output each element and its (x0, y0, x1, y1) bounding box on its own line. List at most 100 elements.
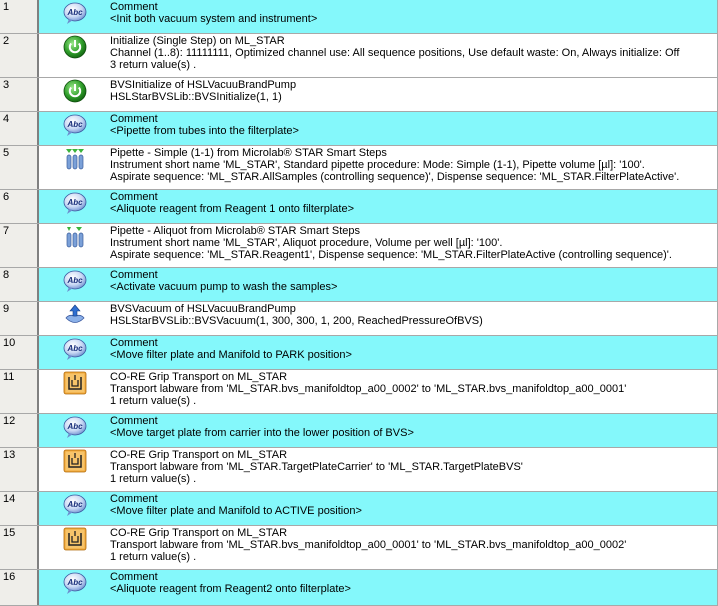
step-detail-line: <Aliquote reagent from Reagent2 onto fil… (110, 583, 351, 595)
step-content: Abc Comment <Move filter plate and Manifol… (39, 492, 718, 525)
method-step-grid: 1 Abc Comment <Init both vacuum system and … (0, 0, 718, 606)
step-number: 7 (0, 224, 39, 267)
step-content: BVSVacuum of HSLVacuuBrandPump HSLStarBVS… (39, 302, 718, 335)
step-detail-line: HSLStarBVSLib::BVSVacuum(1, 300, 300, 1,… (110, 315, 483, 327)
pipette-aliquot-icon (39, 224, 110, 267)
step-detail-line: Transport labware from 'ML_STAR.bvs_mani… (110, 539, 627, 551)
step-detail-line: 1 return value(s) . (110, 395, 197, 407)
abc-comment-icon: Abc (39, 414, 110, 447)
method-step-row[interactable]: 2 Initialize (Single Step) on ML_STAR Chan… (0, 34, 718, 78)
comment-step-row[interactable]: 12 Abc Comment <Move target plate from carr… (0, 414, 718, 448)
abc-comment-icon: Abc (39, 112, 110, 145)
step-content: Abc Comment <Aliquote reagent from Reagent… (39, 190, 718, 223)
step-detail-line: <Move filter plate and Manifold to ACTIV… (110, 505, 362, 517)
step-number: 16 (0, 570, 39, 605)
step-title: Comment (110, 415, 158, 427)
step-number: 1 (0, 0, 39, 33)
svg-text:Abc: Abc (66, 276, 83, 285)
comment-step-row[interactable]: 1 Abc Comment <Init both vacuum system and … (0, 0, 718, 34)
svg-text:Abc: Abc (66, 578, 83, 587)
step-content: Abc Comment <Move filter plate and Manifol… (39, 336, 718, 369)
step-number: 8 (0, 268, 39, 301)
step-title: Comment (110, 337, 158, 349)
method-step-row[interactable]: 9 BVSVacuum of HSLVacuuBrandPump HSLStarBV… (0, 302, 718, 336)
step-description: Pipette - Aliquot from Microlab® STAR Sm… (110, 224, 717, 267)
step-title: BVSVacuum of HSLVacuuBrandPump (110, 303, 296, 315)
step-content: Abc Comment <Aliquote reagent from Reagent… (39, 570, 718, 605)
svg-text:Abc: Abc (66, 422, 83, 431)
comment-step-row[interactable]: 14 Abc Comment <Move filter plate and Manif… (0, 492, 718, 526)
svg-text:Abc: Abc (66, 344, 83, 353)
step-detail-line: Aspirate sequence: 'ML_STAR.AllSamples (… (110, 171, 680, 183)
step-description: CO-RE Grip Transport on ML_STAR Transport… (110, 448, 717, 491)
step-number: 14 (0, 492, 39, 525)
comment-step-row[interactable]: 10 Abc Comment <Move filter plate and Manif… (0, 336, 718, 370)
step-title: Comment (110, 269, 158, 281)
power-icon (39, 34, 110, 77)
step-description: Comment <Move filter plate and Manifold t… (110, 492, 717, 525)
step-content: Pipette - Aliquot from Microlab® STAR Sm… (39, 224, 718, 267)
step-title: CO-RE Grip Transport on ML_STAR (110, 449, 288, 461)
step-description: Initialize (Single Step) on ML_STAR Chann… (110, 34, 717, 77)
step-detail-line: <Aliquote reagent from Reagent 1 onto fi… (110, 203, 354, 215)
step-number: 2 (0, 34, 39, 77)
method-step-row[interactable]: 3 BVSInitialize of HSLVacuuBrandPump HSLSt… (0, 78, 718, 112)
step-title: Comment (110, 1, 158, 13)
step-description: Comment <Aliquote reagent from Reagent 1 … (110, 190, 717, 223)
step-detail-line: HSLStarBVSLib::BVSInitialize(1, 1) (110, 91, 282, 103)
step-detail-line: Instrument short name 'ML_STAR', Aliquot… (110, 237, 503, 249)
step-title: Comment (110, 113, 158, 125)
step-description: CO-RE Grip Transport on ML_STAR Transport… (110, 526, 717, 569)
grip-transport-icon (39, 526, 110, 569)
step-description: BVSInitialize of HSLVacuuBrandPump HSLSta… (110, 78, 717, 111)
vacuum-icon (39, 302, 110, 335)
abc-comment-icon: Abc (39, 492, 110, 525)
grip-transport-icon (39, 448, 110, 491)
step-content: CO-RE Grip Transport on ML_STAR Transport… (39, 526, 718, 569)
step-number: 11 (0, 370, 39, 413)
step-description: Pipette - Simple (1-1) from Microlab® ST… (110, 146, 717, 189)
comment-step-row[interactable]: 6 Abc Comment <Aliquote reagent from Reagen… (0, 190, 718, 224)
step-title: Pipette - Aliquot from Microlab® STAR Sm… (110, 225, 360, 237)
step-detail-line: Instrument short name 'ML_STAR', Standar… (110, 159, 645, 171)
abc-comment-icon: Abc (39, 0, 110, 33)
step-title: CO-RE Grip Transport on ML_STAR (110, 371, 288, 383)
step-title: BVSInitialize of HSLVacuuBrandPump (110, 79, 297, 91)
step-content: Abc Comment <Pipette from tubes into the f… (39, 112, 718, 145)
step-title: Comment (110, 571, 158, 583)
svg-text:Abc: Abc (66, 8, 83, 17)
step-detail-line: Transport labware from 'ML_STAR.TargetPl… (110, 461, 523, 473)
step-number: 4 (0, 112, 39, 145)
step-description: BVSVacuum of HSLVacuuBrandPump HSLStarBVS… (110, 302, 717, 335)
step-number: 9 (0, 302, 39, 335)
method-step-row[interactable]: 7 Pipette - Aliquot from Microlab® STAR S… (0, 224, 718, 268)
comment-step-row[interactable]: 16 Abc Comment <Aliquote reagent from Reage… (0, 570, 718, 606)
step-content: Abc Comment <Init both vacuum system and i… (39, 0, 718, 33)
comment-step-row[interactable]: 4 Abc Comment <Pipette from tubes into the … (0, 112, 718, 146)
step-description: Comment <Aliquote reagent from Reagent2 o… (110, 570, 717, 605)
method-step-row[interactable]: 13 CO-RE Grip Transport on ML_STAR Transpo… (0, 448, 718, 492)
step-detail-line: <Pipette from tubes into the filterplate… (110, 125, 299, 137)
abc-comment-icon: Abc (39, 268, 110, 301)
step-detail-line: <Move target plate from carrier into the… (110, 427, 414, 439)
abc-comment-icon: Abc (39, 570, 110, 605)
method-step-row[interactable]: 5 Pipette - Simple (1-1) from Microlab® S… (0, 146, 718, 190)
step-detail-line: <Move filter plate and Manifold to PARK … (110, 349, 352, 361)
step-content: Abc Comment <Activate vacuum pump to wash … (39, 268, 718, 301)
method-step-row[interactable]: 11 CO-RE Grip Transport on ML_STAR Transpo… (0, 370, 718, 414)
power-icon (39, 78, 110, 111)
comment-step-row[interactable]: 8 Abc Comment <Activate vacuum pump to wash… (0, 268, 718, 302)
step-content: BVSInitialize of HSLVacuuBrandPump HSLSta… (39, 78, 718, 111)
abc-comment-icon: Abc (39, 190, 110, 223)
step-content: Pipette - Simple (1-1) from Microlab® ST… (39, 146, 718, 189)
step-title: Pipette - Simple (1-1) from Microlab® ST… (110, 147, 387, 159)
step-content: CO-RE Grip Transport on ML_STAR Transport… (39, 448, 718, 491)
method-step-row[interactable]: 15 CO-RE Grip Transport on ML_STAR Transpo… (0, 526, 718, 570)
step-detail-line: <Activate vacuum pump to wash the sample… (110, 281, 338, 293)
step-number: 10 (0, 336, 39, 369)
step-number: 15 (0, 526, 39, 569)
step-detail-line: Transport labware from 'ML_STAR.bvs_mani… (110, 383, 627, 395)
step-detail-line: Channel (1..8): 11111111, Optimized chan… (110, 47, 680, 59)
abc-comment-icon: Abc (39, 336, 110, 369)
step-description: Comment <Init both vacuum system and inst… (110, 0, 717, 33)
